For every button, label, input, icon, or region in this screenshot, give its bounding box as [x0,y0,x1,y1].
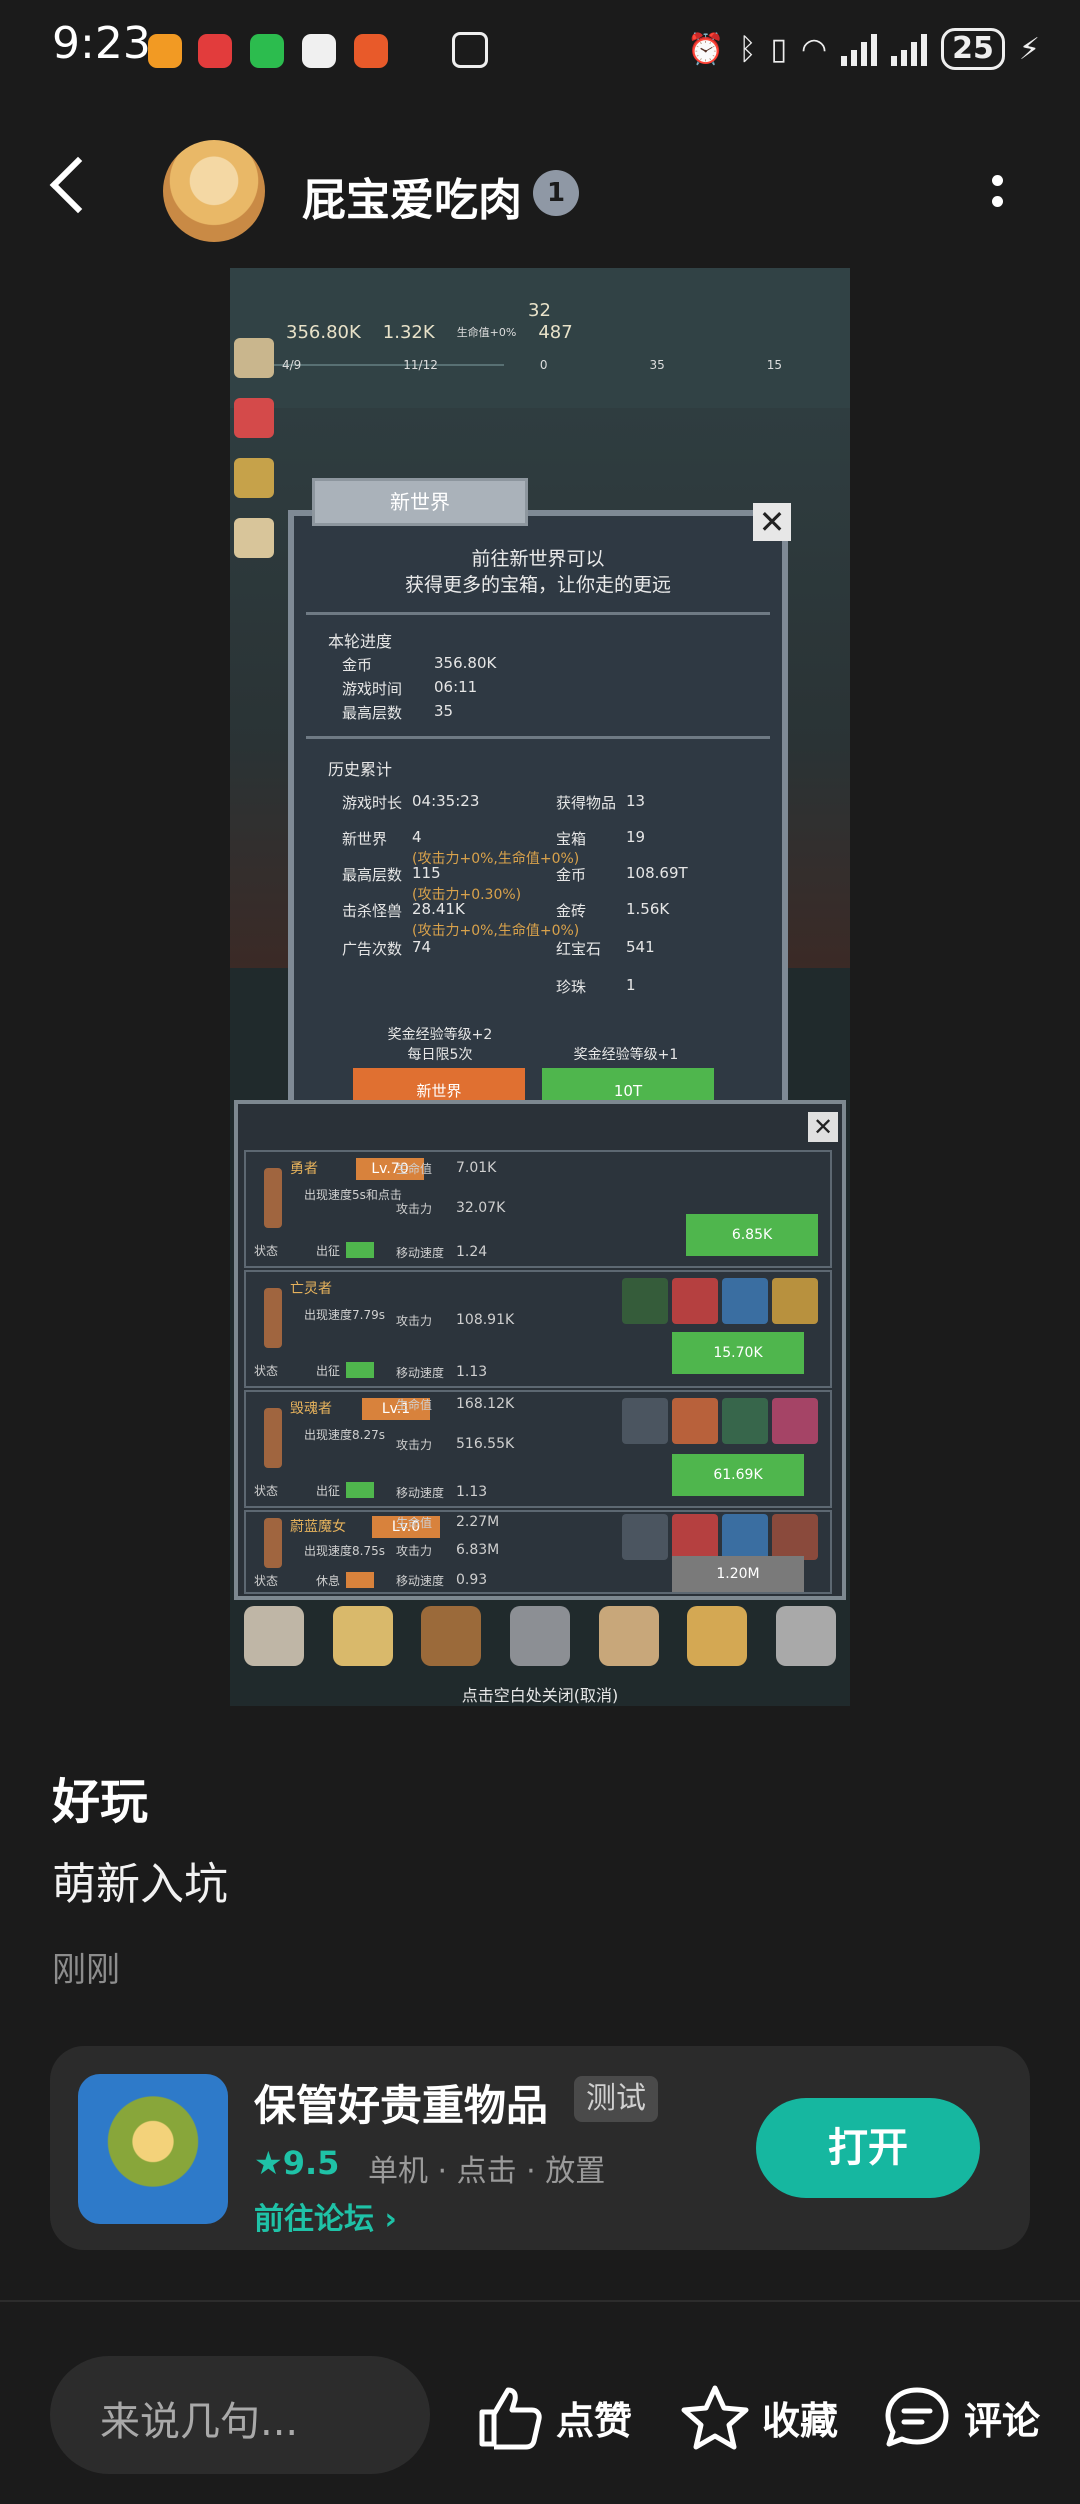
equipment-slot[interactable] [772,1278,818,1324]
equipment-slot[interactable] [722,1278,768,1324]
bluetooth-icon: ᛒ [738,31,757,67]
post-image[interactable]: 32 33 356.80K 1.32K 生命值+0% 487 4/9 11/12… [230,268,850,1706]
status-bar: 9:23 ⏰ ᛒ ▯ ◠ 25 ⚡ [0,0,1080,100]
equipment-slot[interactable] [672,1278,718,1324]
charging-icon: ⚡ [1018,31,1040,67]
post-body: 萌新入坑 [52,1859,228,1910]
activity-icon[interactable] [234,398,274,438]
trial-icon[interactable] [234,518,274,558]
equipment-slot[interactable] [622,1398,668,1444]
rest-toggle[interactable] [346,1572,374,1588]
username[interactable]: 屁宝爱吃肉 [302,164,522,228]
deploy-toggle[interactable] [346,1242,374,1258]
equipment-slot[interactable] [622,1514,668,1560]
game-bottom-nav [230,1606,850,1686]
skull-icon[interactable] [244,1606,305,1666]
hero-icon[interactable] [234,338,274,378]
equipment-slot[interactable] [622,1278,668,1324]
hero-row: 毁魂者 Lv.1 出现速度8.27s 状态 出征 生命值 168.12K 攻击力… [244,1390,832,1508]
avatar[interactable] [163,140,265,242]
equipment-slot[interactable] [722,1514,768,1560]
upgrade-button[interactable]: 1.20M [672,1556,804,1592]
checkin-icon[interactable] [234,458,274,498]
app-icon[interactable] [78,2074,228,2224]
post-title: 好玩 [52,1774,149,1830]
more-options-icon[interactable] [992,175,1004,215]
deploy-toggle[interactable] [346,1482,374,1498]
notification-app-icon [148,34,182,68]
book-icon[interactable] [421,1606,482,1666]
divider [0,2300,1080,2302]
settings-gear-icon[interactable] [775,1606,836,1666]
close-hint: 点击空白处关闭(取消) [461,1686,619,1705]
rating: ★9.5 [254,2144,340,2182]
clock: 9:23 [52,18,151,69]
equipment-slot[interactable] [772,1514,818,1560]
vibrate-icon: ▯ [770,31,787,67]
resource-bar: 356.80K 1.32K 生命值+0% 487 [286,321,573,343]
system-indicators: ⏰ ᛒ ▯ ◠ 25 ⚡ [687,28,1040,70]
like-button[interactable]: 点赞 [474,2384,632,2450]
upgrade-button[interactable]: 61.69K [672,1454,804,1496]
equipment-slot[interactable] [672,1398,718,1444]
chevron-right-icon: › [384,2202,397,2237]
equipment-slot[interactable] [722,1398,768,1444]
open-button[interactable]: 打开 [756,2098,980,2198]
app-categories: 单机 · 点击 · 放置 [368,2154,606,2189]
alarm-icon: ⏰ [687,31,725,67]
thumbs-up-icon [479,2387,542,2450]
dialog-tab-new-world[interactable]: 新世界 [312,478,528,526]
comment-icon [885,2387,949,2447]
upgrade-button[interactable]: 6.85K [686,1214,818,1256]
gold-value: 356.80K [286,321,361,343]
favorite-button[interactable]: 收藏 [680,2384,838,2450]
forum-link[interactable]: 前往论坛 › [254,2194,397,2238]
key-icon[interactable] [687,1606,748,1666]
hero-sprite [264,1288,282,1348]
panel-close-icon[interactable]: ✕ [808,1112,838,1142]
hero-sprite [264,1518,282,1568]
brick-value: 1.32K [382,321,435,343]
signal-icon [841,32,878,66]
huawei-app-icon [198,34,232,68]
battery-icon: 25 [941,28,1005,70]
test-tag: 测试 [574,2076,658,2122]
ruby-value: 487 [538,321,573,343]
app-name: 保管好贵重物品 [254,2081,549,2130]
comment-button[interactable]: 评论 [882,2384,1040,2450]
browser-app-icon [302,34,336,68]
lantern-icon[interactable] [509,1606,570,1666]
back-button[interactable] [49,156,107,214]
star-icon [681,2385,749,2450]
dialog-close-icon[interactable]: ✕ [753,503,791,541]
equipment-slot[interactable] [672,1514,718,1560]
equipment-slot[interactable] [772,1398,818,1444]
shopping-app-icon [354,34,388,68]
hero-row: 蔚蓝魔女 Lv.0 出现速度8.75s 状态 休息 生命值 2.27M 攻击力 … [244,1510,832,1594]
nfc-icon [452,32,488,68]
app-card[interactable]: 保管好贵重物品 测试 ★9.5 单机 · 点击 · 放置 前往论坛 › 打开 [50,2046,1030,2250]
upgrade-icon[interactable] [332,1606,393,1666]
hero-row: 勇者 Lv.70 出现速度5s和点击 状态 出征 生命值 7.01K 攻击力 3… [244,1150,832,1268]
deploy-toggle[interactable] [346,1362,374,1378]
side-menu [234,338,278,558]
count-bar: 4/9 11/12 0 35 15 [282,358,782,372]
wechat-icon [250,34,284,68]
shop-icon[interactable] [598,1606,659,1666]
wifi-icon: ◠ [800,31,828,67]
star-icon: ★ [254,2144,283,2182]
comment-input[interactable]: 来说几句... [50,2356,430,2474]
hero-sprite [264,1408,282,1468]
level-badge-icon: 1 [533,170,579,216]
upgrade-button[interactable]: 15.70K [672,1332,804,1374]
signal-icon-2 [891,32,928,66]
hero-row: 亡灵者 出现速度7.79s 状态 出征 攻击力 108.91K 移动速度 1.1… [244,1270,832,1388]
hero-sprite [264,1168,282,1228]
post-time: 刚刚 [52,1950,120,1990]
